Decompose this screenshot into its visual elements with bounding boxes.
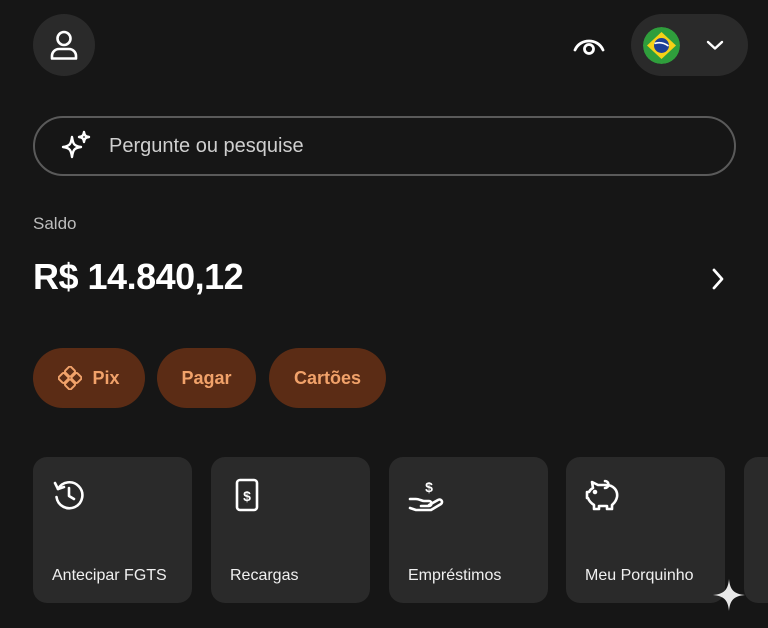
shortcut-label: Antecipar FGTS	[52, 567, 167, 584]
shortcut-label: Recargas	[230, 567, 299, 584]
profile-button[interactable]	[33, 14, 95, 76]
sparkle-icon	[61, 130, 91, 159]
country-selector[interactable]	[631, 14, 748, 76]
shortcut-antecipar-fgts[interactable]: Antecipar FGTS	[33, 457, 192, 603]
chevron-down-icon	[706, 40, 724, 50]
cartoes-label: Cartões	[293, 367, 362, 388]
sparkle-icon	[713, 579, 745, 611]
eye-icon	[573, 39, 605, 55]
shortcut-meu-porquinho[interactable]: Meu Porquinho	[566, 457, 725, 603]
user-icon	[50, 30, 78, 60]
pagar-label: Pagar	[181, 367, 232, 388]
balance-details-button[interactable]	[704, 264, 732, 294]
svg-text:$: $	[425, 479, 433, 495]
toggle-balance-visibility-button[interactable]	[566, 26, 612, 66]
shortcut-emprestimos[interactable]: $ Empréstimos	[389, 457, 548, 603]
pix-label: Pix	[92, 367, 120, 388]
balance-label: Saldo	[33, 214, 77, 233]
shortcut-label: Empréstimos	[408, 567, 502, 584]
home-screen: Saldo R$ 14.840,12 Pix Pagar Cartões Ant…	[0, 0, 768, 628]
pagar-button[interactable]: Pagar	[157, 348, 256, 408]
brazil-flag-icon	[643, 26, 680, 64]
history-icon	[53, 481, 84, 510]
phone-recharge-icon: $	[235, 478, 259, 512]
pix-button[interactable]: Pix	[33, 348, 145, 408]
balance-value[interactable]: R$ 14.840,12	[33, 256, 244, 298]
svg-text:$: $	[243, 488, 251, 504]
shortcut-label: Meu Porquinho	[585, 567, 694, 584]
pix-icon	[58, 366, 83, 390]
cartoes-button[interactable]: Cartões	[269, 348, 386, 408]
search-input[interactable]	[109, 126, 734, 166]
shortcut-partial[interactable]	[744, 457, 768, 603]
hand-coin-icon: $	[408, 479, 444, 512]
search-bar[interactable]	[33, 116, 736, 176]
chevron-right-icon	[712, 268, 724, 290]
shortcut-recargas[interactable]: $ Recargas	[211, 457, 370, 603]
piggy-bank-icon	[585, 479, 619, 511]
